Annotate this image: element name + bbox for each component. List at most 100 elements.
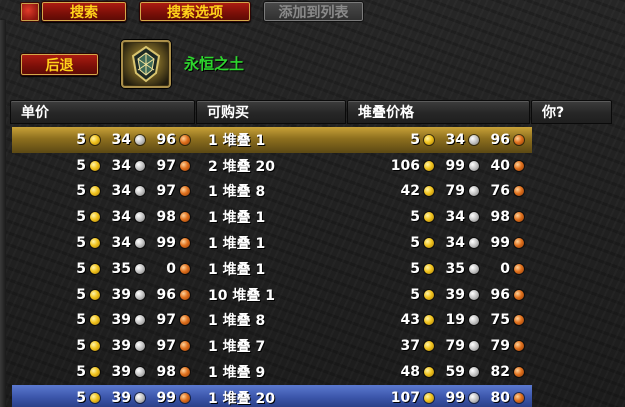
silver-value: 39 [111, 364, 131, 381]
auction-row[interactable]: 5 39 99 1 堆叠 20 107 99 80 [12, 384, 532, 407]
copper-coin-icon [180, 238, 190, 249]
silver-coin-icon [469, 186, 479, 197]
stack-price-cell: 43 19 75 [352, 308, 524, 334]
money-amount: 5 35 0 [58, 261, 190, 277]
unit-price-cell: 5 39 98 [12, 359, 190, 385]
available-cell: 1 堆叠 1 [208, 132, 266, 149]
silver-coin-icon [135, 263, 145, 274]
auction-row[interactable]: 5 39 98 1 堆叠 9 48 59 82 [12, 359, 532, 385]
silver-coin-icon [135, 238, 145, 249]
gold-coin-icon [90, 212, 100, 223]
unit-price-cell: 5 39 97 [12, 308, 190, 334]
gold-coin-icon [424, 134, 434, 145]
available-cell: 1 堆叠 7 [208, 339, 266, 356]
column-yours[interactable]: 你? [531, 100, 612, 124]
stack-price-cell: 42 79 76 [352, 179, 524, 205]
item-name: 永恒之土 [184, 55, 245, 73]
money-amount: 5 39 97 [58, 312, 190, 328]
money-amount: 5 39 98 [58, 364, 190, 380]
silver-coin-icon [135, 186, 145, 197]
gold-value: 5 [76, 312, 86, 329]
toolbar: 搜索 搜索选项 添加到列表 [0, 0, 625, 24]
silver-coin-icon [469, 134, 479, 145]
silver-coin-icon [469, 160, 479, 171]
copper-value: 96 [490, 131, 510, 148]
copper-coin-icon [180, 186, 190, 197]
stack-price-cell: 48 59 82 [352, 359, 524, 385]
copper-coin-icon [514, 289, 524, 300]
gold-coin-icon [424, 212, 434, 223]
stack-price-cell: 107 99 80 [352, 385, 524, 407]
copper-coin-icon [514, 315, 524, 326]
available-cell: 2 堆叠 20 [208, 158, 275, 175]
auction-row[interactable]: 5 39 97 1 堆叠 7 37 79 79 [12, 333, 532, 359]
unit-price-cell: 5 39 96 [12, 282, 190, 308]
money-amount: 42 79 76 [392, 183, 524, 199]
column-stack-price[interactable]: 堆叠价格 [347, 100, 530, 124]
silver-coin-icon [469, 238, 479, 249]
money-amount: 43 19 75 [392, 312, 524, 328]
available-cell: 10 堆叠 1 [208, 287, 275, 304]
copper-coin-icon [514, 263, 524, 274]
gold-coin-icon [90, 160, 100, 171]
auction-row[interactable]: 5 34 97 2 堆叠 20 106 99 40 [12, 153, 532, 179]
silver-coin-icon [469, 341, 479, 352]
gold-coin-icon [90, 238, 100, 249]
copper-value: 99 [156, 235, 176, 252]
close-square-icon[interactable] [20, 2, 40, 22]
unit-price-cell: 5 34 97 [12, 179, 190, 205]
auction-row[interactable]: 5 34 97 1 堆叠 8 42 79 76 [12, 179, 532, 205]
money-amount: 37 79 79 [392, 338, 524, 354]
money-amount: 5 34 96 [392, 132, 524, 148]
gold-value: 5 [76, 260, 86, 277]
gold-coin-icon [424, 186, 434, 197]
copper-value: 99 [490, 235, 510, 252]
eternal-earth-icon[interactable] [121, 40, 171, 88]
gold-value: 37 [400, 338, 420, 355]
silver-value: 39 [111, 338, 131, 355]
gold-coin-icon [424, 392, 434, 403]
unit-price-cell: 5 39 99 [12, 385, 190, 407]
available-cell: 1 堆叠 8 [208, 184, 266, 201]
auction-row[interactable]: 5 39 96 10 堆叠 1 5 39 96 [12, 282, 532, 308]
search-options-button[interactable]: 搜索选项 [139, 1, 251, 22]
money-amount: 5 34 97 [58, 183, 190, 199]
copper-value: 98 [156, 364, 176, 381]
copper-coin-icon [514, 238, 524, 249]
unit-price-cell: 5 34 97 [12, 153, 190, 179]
search-button[interactable]: 搜索 [41, 1, 127, 22]
auction-row[interactable]: 5 34 96 1 堆叠 1 5 34 96 [12, 127, 532, 153]
silver-coin-icon [135, 289, 145, 300]
add-to-list-button[interactable]: 添加到列表 [263, 1, 364, 22]
copper-value: 0 [500, 260, 510, 277]
silver-value: 34 [445, 209, 465, 226]
auction-row[interactable]: 5 34 98 1 堆叠 1 5 34 98 [12, 204, 532, 230]
money-amount: 5 34 99 [392, 235, 524, 251]
copper-value: 97 [156, 312, 176, 329]
results-list: 5 34 96 1 堆叠 1 5 34 96 5 34 97 2 堆叠 20 106 99 40 5 34 97… [12, 127, 532, 407]
gold-coin-icon [90, 341, 100, 352]
copper-coin-icon [514, 186, 524, 197]
column-unit-price[interactable]: 单价 [10, 100, 195, 124]
back-button[interactable]: 后退 [20, 53, 99, 76]
gold-coin-icon [90, 315, 100, 326]
gold-value: 5 [76, 389, 86, 406]
money-amount: 5 34 99 [58, 235, 190, 251]
gold-value: 5 [410, 209, 420, 226]
gold-coin-icon [90, 367, 100, 378]
silver-coin-icon [469, 212, 479, 223]
money-amount: 107 99 80 [391, 390, 524, 406]
silver-coin-icon [469, 289, 479, 300]
unit-price-cell: 5 34 99 [12, 230, 190, 256]
auction-row[interactable]: 5 34 99 1 堆叠 1 5 34 99 [12, 230, 532, 256]
gold-coin-icon [424, 367, 434, 378]
auction-row[interactable]: 5 35 0 1 堆叠 1 5 35 0 [12, 256, 532, 282]
column-available[interactable]: 可购买 [196, 100, 346, 124]
copper-coin-icon [514, 392, 524, 403]
stack-price-cell: 5 34 96 [352, 127, 524, 153]
gold-value: 107 [390, 389, 420, 406]
copper-value: 98 [490, 209, 510, 226]
silver-coin-icon [135, 315, 145, 326]
auction-row[interactable]: 5 39 97 1 堆叠 8 43 19 75 [12, 308, 532, 334]
silver-coin-icon [135, 212, 145, 223]
